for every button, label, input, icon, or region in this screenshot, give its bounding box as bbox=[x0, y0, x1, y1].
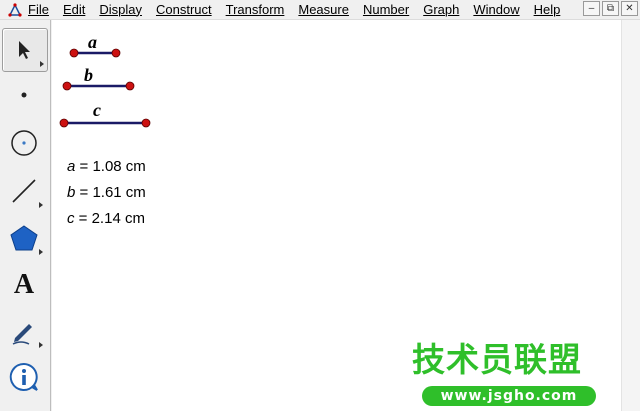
menu-help[interactable]: Help bbox=[534, 1, 561, 19]
straightedge-tool[interactable] bbox=[2, 170, 46, 212]
close-button[interactable]: ✕ bbox=[621, 1, 638, 16]
measurement-value: = 1.08 cm bbox=[75, 158, 146, 175]
measurement-value: = 1.61 cm bbox=[75, 184, 146, 201]
measurement-c[interactable]: c = 2.14 cm bbox=[67, 210, 145, 227]
watermark-url: www.jsgho.com bbox=[422, 386, 596, 406]
selection-arrow-tool[interactable] bbox=[2, 28, 48, 72]
segment-b-end-point[interactable] bbox=[125, 81, 135, 91]
point-tool[interactable] bbox=[2, 74, 46, 116]
minimize-button[interactable]: – bbox=[583, 1, 600, 16]
sketch-canvas[interactable]: a b c a = 1.08 cm b = 1.61 cm c = 2.14 c… bbox=[52, 20, 622, 411]
polygon-tool[interactable] bbox=[2, 217, 46, 259]
segment-b-start-point[interactable] bbox=[62, 81, 72, 91]
menu-measure[interactable]: Measure bbox=[298, 1, 349, 19]
menu-transform[interactable]: Transform bbox=[226, 1, 285, 19]
text-A-icon: A bbox=[13, 269, 35, 300]
menu-window[interactable]: Window bbox=[473, 1, 519, 19]
restore-button[interactable]: ⧉ bbox=[602, 1, 619, 16]
segment-icon bbox=[12, 179, 36, 203]
measurement-variable: c bbox=[67, 210, 75, 227]
toolbox: A bbox=[0, 20, 51, 411]
info-icon bbox=[9, 362, 38, 391]
tool-options-indicator bbox=[40, 61, 44, 67]
pen-icon bbox=[12, 324, 32, 345]
window-controls: – ⧉ ✕ bbox=[583, 1, 638, 16]
measurement-value: = 2.14 cm bbox=[74, 210, 145, 227]
segment-a-end-point[interactable] bbox=[111, 48, 121, 58]
menu-display[interactable]: Display bbox=[99, 1, 142, 19]
marker-tool[interactable] bbox=[2, 310, 46, 352]
menu-number[interactable]: Number bbox=[363, 1, 409, 19]
segment-a-start-point[interactable] bbox=[69, 48, 79, 58]
circle-icon bbox=[11, 130, 37, 156]
segment-a-label[interactable]: a bbox=[88, 32, 97, 52]
segment-b-label[interactable]: b bbox=[84, 65, 93, 85]
point-icon bbox=[21, 92, 27, 98]
menu-file[interactable]: File bbox=[28, 1, 49, 19]
segment-c-end-point[interactable] bbox=[141, 118, 151, 128]
pentagon-icon bbox=[10, 225, 38, 251]
vertical-scrollbar[interactable] bbox=[621, 20, 640, 411]
watermark-text: 技术员联盟 bbox=[412, 340, 582, 379]
segment-c-start-point[interactable] bbox=[59, 118, 69, 128]
measurement-b[interactable]: b = 1.61 cm bbox=[67, 184, 146, 201]
menu-edit[interactable]: Edit bbox=[63, 1, 85, 19]
menu-bar: File Edit Display Construct Transform Me… bbox=[0, 0, 640, 20]
segment-c-label[interactable]: c bbox=[93, 100, 101, 120]
tool-options-indicator bbox=[39, 202, 43, 208]
tool-options-indicator bbox=[39, 249, 43, 255]
menu-construct[interactable]: Construct bbox=[156, 1, 212, 19]
menu-graph[interactable]: Graph bbox=[423, 1, 459, 19]
information-tool[interactable] bbox=[2, 356, 46, 398]
text-tool[interactable]: A bbox=[2, 264, 46, 306]
sketchpad-app-icon[interactable] bbox=[8, 2, 22, 17]
tool-options-indicator bbox=[39, 342, 43, 348]
arrow-icon bbox=[19, 41, 30, 59]
compass-tool[interactable] bbox=[2, 122, 46, 164]
measurement-a[interactable]: a = 1.08 cm bbox=[67, 158, 146, 175]
